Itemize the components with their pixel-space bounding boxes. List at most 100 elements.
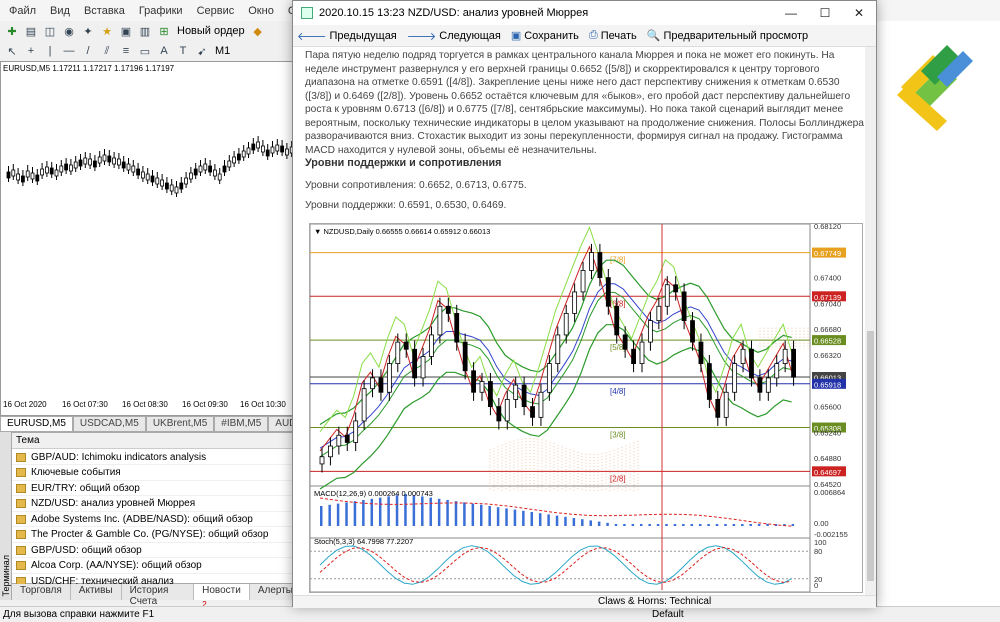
new-order-icon[interactable]: ⊞ [156,23,172,39]
trendline-icon[interactable]: / [80,43,96,59]
metaeditor-icon[interactable]: ◆ [250,23,266,39]
macd-bar [370,498,374,526]
macd-bar [707,524,710,526]
bg-candle [49,167,54,175]
timeframe-m1[interactable]: M1 [213,45,232,57]
bg-candle [121,161,126,169]
shapes-icon[interactable]: ▭ [137,43,153,59]
chart-tab-ukbrent[interactable]: UKBrent,M5 [145,416,215,432]
market-watch-icon[interactable]: ◫ [42,23,58,39]
candle-body [437,305,443,336]
horizontal-line-icon[interactable]: — [61,43,77,59]
chart-tabs: EURUSD,M5 USDCAD,M5 UKBrent,M5 #IBM,M5 A… [0,416,311,432]
menu-window[interactable]: Окно [241,5,281,17]
macd-bar [757,524,761,526]
chart-tab-ibm[interactable]: #IBM,M5 [214,416,269,432]
save-button[interactable]: ▣ Сохранить [511,29,579,43]
tab-news[interactable]: Новости 2 [194,584,250,609]
chart-tab-usdcad[interactable]: USDCAD,M5 [72,416,146,432]
news-item[interactable]: The Procter & Gamble Co. (PG/NYSE): общи… [12,528,300,543]
terminal-icon[interactable]: ▣ [118,23,134,39]
article-heading: Уровни поддержки и сопротивления [305,157,502,169]
save-label: Сохранить [524,29,579,42]
channel-icon[interactable]: ⫽ [99,43,115,59]
preview-button[interactable]: 🔍 Предварительный просмотр [647,29,808,43]
candle-body [546,363,552,393]
bg-candle [131,165,136,173]
news-item[interactable]: Alcoa Corp. (AA/NYSE): общий обзор [12,559,300,574]
bg-candle [25,170,30,178]
prev-button[interactable]: 🡐 Предыдущая [297,29,397,43]
terminal-tabs: Торговля Активы История Счета Новости 2 … [12,584,302,609]
background-chart[interactable] [0,61,300,416]
macd-bar [673,524,677,526]
menu-tools[interactable]: Сервис [190,5,242,17]
news-item[interactable]: GBP/USD: общий обзор [12,543,300,558]
price-tag-label: 0.66528 [814,337,841,346]
crosshair-icon[interactable]: + [23,43,39,59]
next-button[interactable]: 🡒 Следующая [407,29,501,43]
stoch-tick-label: 100 [814,538,827,547]
cursor-icon[interactable]: ↖ [4,43,20,59]
window-title: 2020.10.15 13:23 NZD/USD: анализ уровней… [319,7,589,19]
y-tick-label: 0.64880 [814,454,841,463]
tester-icon[interactable]: ▥ [137,23,153,39]
macd-bar [656,524,660,526]
print-button[interactable]: ⎙ Печать [589,29,637,42]
profiles-icon[interactable]: ▤ [23,23,39,39]
news-column-header[interactable]: Тема [12,433,300,449]
maximize-button[interactable]: ☐ [808,1,842,25]
label-icon[interactable]: T [175,43,191,59]
news-item[interactable]: EUR/TRY: общий обзор [12,481,300,496]
candle-body [765,377,771,393]
minimize-button[interactable]: — [774,1,808,25]
candle-body [639,341,645,364]
candle-body [589,252,594,271]
menu-charts[interactable]: Графики [132,5,190,17]
navigator-icon[interactable]: ✦ [80,23,96,39]
bg-candle [222,165,227,173]
macd-bar [597,521,601,526]
menu-view[interactable]: Вид [43,5,77,17]
tab-exposure[interactable]: Активы [71,584,122,600]
chart-tab-eurusd[interactable]: EURUSD,M5 [0,416,73,432]
candle-body [673,284,679,293]
macd-bar [698,524,702,526]
news-item[interactable]: Adobe Systems Inc. (ADBE/NASD): общий об… [12,512,300,527]
bg-candle [145,173,150,181]
news-item[interactable]: Ключевые события [12,466,300,481]
close-button[interactable]: ✕ [842,1,876,25]
candle-body [664,284,670,307]
vertical-line-icon[interactable]: | [42,43,58,59]
candle-body [656,305,662,322]
candle-body [496,406,502,422]
macd-bar [320,506,323,526]
time-tick: 16 Oct 07:30 [62,400,108,409]
favorites-icon[interactable]: ★ [99,23,115,39]
candle-body [420,356,426,379]
text-icon[interactable]: A [156,43,172,59]
scrollbar-thumb[interactable] [867,331,874,581]
data-window-icon[interactable]: ◉ [61,23,77,39]
menu-insert[interactable]: Вставка [77,5,132,17]
news-item-title: The Procter & Gamble Co. (PG/NYSE): общи… [31,529,269,540]
y-tick-label: 0.65600 [814,403,841,412]
bg-candle [169,184,174,192]
fibonacci-icon[interactable]: ≡ [118,43,134,59]
macd-bar [530,512,534,526]
macd-bar [421,496,424,526]
news-item[interactable]: NZD/USD: анализ уровней Мюррея [12,497,300,512]
news-item-title: GBP/AUD: Ichimoku indicators analysis [31,451,207,463]
y-tick-label: 0.66680 [814,325,841,334]
bg-candle [208,165,213,173]
macd-bar [547,514,550,526]
new-order-button[interactable]: Новый ордер [175,25,247,37]
tab-trade[interactable]: Торговля [12,584,71,600]
arrows-icon[interactable]: ➹ [194,43,210,59]
new-chart-icon[interactable]: ✚ [4,23,20,39]
menu-file[interactable]: Файл [2,5,43,17]
tab-history[interactable]: История Счета [122,584,195,607]
bg-candle [112,157,116,165]
macd-bar [581,519,584,526]
news-item[interactable]: GBP/AUD: Ichimoku indicators analysis [12,450,300,465]
